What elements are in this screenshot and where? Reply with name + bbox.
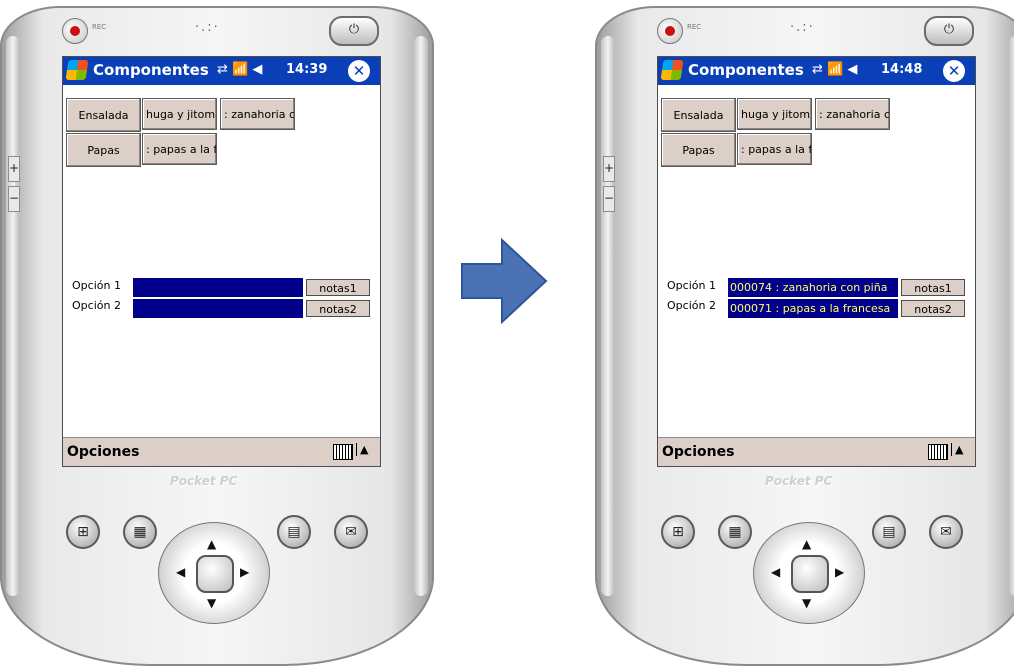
option-1-label: Opción 1 (667, 279, 716, 292)
volume-up-button[interactable]: + (603, 156, 615, 182)
component-button[interactable]: : papas a la f (737, 133, 812, 165)
status-icons[interactable]: ⇄ 📶 ◀ (812, 62, 857, 77)
directional-pad[interactable]: ▲ ▼ ◀ ▶ (753, 522, 865, 624)
pocket-pc-device-before: + − REC ·.:· ⏻ Componentes ⇄ 📶 ◀ 14:39 ✕… (0, 6, 434, 666)
dpad-left-icon[interactable]: ◀ (771, 565, 780, 579)
window-title: Componentes (93, 61, 209, 79)
close-icon[interactable]: ✕ (348, 60, 370, 82)
screen: Componentes ⇄ 📶 ◀ 14:48 ✕ Ensalada huga … (657, 56, 976, 467)
options-menu[interactable]: Opciones (662, 444, 734, 460)
speaker-grille: ·.:· (195, 20, 220, 35)
component-button[interactable]: : papas a la f (142, 133, 217, 165)
volume-down-button[interactable]: − (603, 186, 615, 212)
connectivity-icon[interactable]: ⇄ (812, 62, 823, 77)
dpad-center-button[interactable] (791, 555, 829, 593)
option-2-field[interactable]: 000071 : papas a la francesa (728, 299, 898, 318)
pocket-pc-device-after: + − REC ·.:· ⏻ Componentes ⇄ 📶 ◀ 14:48 ✕… (595, 6, 1014, 666)
dpad-right-icon[interactable]: ▶ (835, 565, 844, 579)
directional-pad[interactable]: ▲ ▼ ◀ ▶ (158, 522, 270, 624)
brand-label: Pocket PC (765, 474, 833, 488)
screen: Componentes ⇄ 📶 ◀ 14:39 ✕ Ensalada huga … (62, 56, 381, 467)
content-area: Ensalada huga y jitom. : zanahoria c Pap… (658, 85, 975, 437)
dish-button-papas[interactable]: Papas (661, 133, 736, 167)
option-2-label: Opción 2 (72, 299, 121, 312)
keyboard-icon[interactable] (333, 444, 353, 460)
notes-2-button[interactable]: notas2 (306, 300, 370, 317)
clock[interactable]: 14:39 (286, 62, 327, 77)
contacts-icon[interactable]: ▤ (277, 515, 311, 549)
dpad-down-icon[interactable]: ▼ (802, 596, 811, 610)
option-1-label: Opción 1 (72, 279, 121, 292)
record-icon[interactable] (62, 18, 88, 44)
brand-label: Pocket PC (170, 474, 238, 488)
window-title: Componentes (688, 61, 804, 79)
sip-arrow-icon[interactable]: ▲ (951, 443, 963, 456)
dish-button-ensalada[interactable]: Ensalada (66, 98, 141, 132)
dpad-right-icon[interactable]: ▶ (240, 565, 249, 579)
connectivity-icon[interactable]: ⇄ (217, 62, 228, 77)
side-strip-right (1009, 36, 1014, 596)
component-button[interactable]: huga y jitom. (142, 98, 217, 130)
power-icon[interactable]: ⏻ (329, 16, 379, 46)
menu-bar: Opciones ▲ (658, 437, 975, 466)
rec-label: REC (92, 23, 107, 31)
dish-button-papas[interactable]: Papas (66, 133, 141, 167)
start-hardware-icon[interactable]: ⊞ (661, 515, 695, 549)
options-menu[interactable]: Opciones (67, 444, 139, 460)
speaker-grille: ·.:· (790, 20, 815, 35)
option-1-field[interactable] (133, 278, 303, 297)
side-strip-left: + − (601, 36, 615, 596)
side-strip-left: + − (6, 36, 20, 596)
clock[interactable]: 14:48 (881, 62, 922, 77)
title-bar: Componentes ⇄ 📶 ◀ 14:39 ✕ (63, 57, 380, 85)
option-1-field[interactable]: 000074 : zanahoria con piña (728, 278, 898, 297)
component-button[interactable]: : zanahoria c (815, 98, 890, 130)
volume-up-button[interactable]: + (8, 156, 20, 182)
signal-icon[interactable]: 📶 (827, 62, 843, 77)
dpad-up-icon[interactable]: ▲ (802, 537, 811, 551)
volume-icon[interactable]: ◀ (252, 62, 262, 77)
volume-icon[interactable]: ◀ (847, 62, 857, 77)
volume-down-button[interactable]: − (8, 186, 20, 212)
notes-2-button[interactable]: notas2 (901, 300, 965, 317)
inbox-icon[interactable]: ✉ (929, 515, 963, 549)
option-2-field[interactable] (133, 299, 303, 318)
option-2-label: Opción 2 (667, 299, 716, 312)
menu-bar: Opciones ▲ (63, 437, 380, 466)
rec-label: REC (687, 23, 702, 31)
close-icon[interactable]: ✕ (943, 60, 965, 82)
dish-button-ensalada[interactable]: Ensalada (661, 98, 736, 132)
inbox-icon[interactable]: ✉ (334, 515, 368, 549)
title-bar: Componentes ⇄ 📶 ◀ 14:48 ✕ (658, 57, 975, 85)
calendar-icon[interactable]: ▦ (718, 515, 752, 549)
side-strip-right (414, 36, 428, 596)
notes-1-button[interactable]: notas1 (901, 279, 965, 296)
signal-icon[interactable]: 📶 (232, 62, 248, 77)
dpad-center-button[interactable] (196, 555, 234, 593)
calendar-icon[interactable]: ▦ (123, 515, 157, 549)
windows-start-icon[interactable] (65, 60, 89, 80)
power-icon[interactable]: ⏻ (924, 16, 974, 46)
component-button[interactable]: : zanahoria c (220, 98, 295, 130)
keyboard-icon[interactable] (928, 444, 948, 460)
status-icons[interactable]: ⇄ 📶 ◀ (217, 62, 262, 77)
dpad-left-icon[interactable]: ◀ (176, 565, 185, 579)
dpad-up-icon[interactable]: ▲ (207, 537, 216, 551)
windows-start-icon[interactable] (660, 60, 684, 80)
notes-1-button[interactable]: notas1 (306, 279, 370, 296)
component-button[interactable]: huga y jitom. (737, 98, 812, 130)
start-hardware-icon[interactable]: ⊞ (66, 515, 100, 549)
flow-arrow-icon (461, 237, 548, 325)
content-area: Ensalada huga y jitom. : zanahoria c Pap… (63, 85, 380, 437)
dpad-down-icon[interactable]: ▼ (207, 596, 216, 610)
contacts-icon[interactable]: ▤ (872, 515, 906, 549)
sip-arrow-icon[interactable]: ▲ (356, 443, 368, 456)
record-icon[interactable] (657, 18, 683, 44)
